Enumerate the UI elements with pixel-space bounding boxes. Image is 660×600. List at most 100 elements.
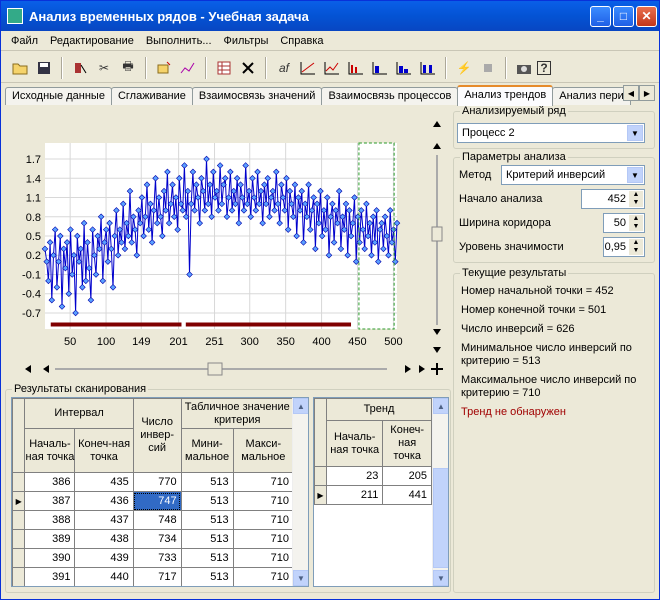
table-cell[interactable]: 513 bbox=[180, 567, 234, 586]
zoom-down-icon[interactable] bbox=[433, 329, 441, 335]
menu-filters[interactable]: Фильтры bbox=[218, 35, 275, 47]
bar1-icon[interactable] bbox=[345, 57, 367, 79]
table-cell[interactable]: 747 bbox=[132, 491, 182, 511]
table-cell[interactable]: 205 bbox=[382, 466, 432, 486]
bar4-icon[interactable] bbox=[417, 57, 439, 79]
menu-run[interactable]: Выполнить... bbox=[140, 35, 218, 47]
menu-edit[interactable]: Редактирование bbox=[44, 35, 140, 47]
move-icon[interactable] bbox=[431, 363, 443, 375]
row-indicator[interactable] bbox=[12, 472, 26, 492]
save-icon[interactable] bbox=[33, 57, 55, 79]
method-select[interactable]: Критерий инверсий ▼ bbox=[501, 165, 645, 185]
table-cell[interactable]: 513 bbox=[180, 491, 234, 511]
table-icon[interactable] bbox=[213, 57, 235, 79]
chevron-down-icon[interactable]: ▼ bbox=[627, 125, 643, 141]
delete-icon[interactable] bbox=[237, 57, 259, 79]
table-cell[interactable]: 710 bbox=[232, 491, 295, 511]
table-cell[interactable]: 435 bbox=[74, 472, 134, 492]
menu-help[interactable]: Справка bbox=[274, 35, 329, 47]
title-bar[interactable]: Анализ временных рядов - Учебная задача … bbox=[1, 1, 659, 31]
chart1-icon[interactable] bbox=[177, 57, 199, 79]
maximize-button[interactable]: □ bbox=[613, 5, 634, 27]
tab-process-relation[interactable]: Взаимосвязь процессов bbox=[321, 87, 459, 105]
scroll-down-icon[interactable]: ▼ bbox=[293, 570, 308, 586]
row-indicator[interactable]: ▶ bbox=[12, 491, 26, 511]
table-cell[interactable]: 734 bbox=[132, 529, 182, 549]
tool1-icon[interactable] bbox=[69, 57, 91, 79]
width-spinner[interactable]: 50 ▲ ▼ bbox=[603, 213, 645, 233]
table-row[interactable]: 389 438 734 513 710 bbox=[12, 529, 295, 549]
table-cell[interactable]: 717 bbox=[132, 567, 182, 586]
tab-smoothing[interactable]: Сглаживание bbox=[110, 87, 193, 105]
table-cell[interactable]: 440 bbox=[74, 567, 134, 586]
scatter-icon[interactable] bbox=[321, 57, 343, 79]
table-cell[interactable]: 389 bbox=[24, 529, 76, 549]
table-cell[interactable]: 439 bbox=[74, 548, 134, 568]
table-cell[interactable]: 733 bbox=[132, 548, 182, 568]
tab-periodicity[interactable]: Анализ пери bbox=[552, 87, 631, 105]
horizontal-thumb[interactable] bbox=[207, 362, 223, 376]
table-cell[interactable]: 387 bbox=[24, 491, 76, 511]
tab-scroll-left-button[interactable]: ◀ bbox=[623, 85, 639, 101]
scroll-left-icon[interactable] bbox=[25, 365, 31, 373]
table-row[interactable]: 386 435 770 513 710 bbox=[12, 472, 295, 492]
row-indicator[interactable] bbox=[12, 567, 26, 586]
row-indicator[interactable] bbox=[12, 510, 26, 530]
table-cell[interactable]: 211 bbox=[325, 485, 384, 505]
trend-scroll-thumb[interactable] bbox=[433, 468, 448, 568]
row-indicator[interactable] bbox=[12, 529, 26, 549]
table-cell[interactable]: 513 bbox=[180, 472, 234, 492]
row-indicator[interactable] bbox=[314, 466, 327, 486]
table-cell[interactable]: 386 bbox=[24, 472, 76, 492]
close-button[interactable]: ✕ bbox=[636, 5, 657, 27]
table-cell[interactable]: 513 bbox=[180, 529, 234, 549]
scroll-up-icon[interactable] bbox=[433, 121, 441, 127]
scan-grid[interactable]: Интервал Число инвер-сий Табличное значе… bbox=[11, 397, 309, 587]
table-cell[interactable]: 710 bbox=[232, 529, 295, 549]
print-icon[interactable]: 🖶 bbox=[117, 57, 139, 79]
scroll-down-icon[interactable] bbox=[433, 347, 441, 353]
tab-value-relation[interactable]: Взаимосвязь значений bbox=[191, 87, 323, 105]
line-chart-icon[interactable] bbox=[297, 57, 319, 79]
table-cell[interactable]: 710 bbox=[232, 510, 295, 530]
table-cell[interactable]: 748 bbox=[132, 510, 182, 530]
open-icon[interactable] bbox=[9, 57, 31, 79]
cut-icon[interactable]: ✂ bbox=[93, 57, 115, 79]
table-cell[interactable]: 437 bbox=[74, 510, 134, 530]
series-select[interactable]: Процесс 2 ▼ bbox=[457, 123, 645, 143]
row-indicator[interactable] bbox=[12, 548, 26, 568]
trend-grid[interactable]: Тренд Началь-ная точка Конеч-ная точка 2… bbox=[313, 397, 449, 587]
table-cell[interactable]: 441 bbox=[382, 485, 432, 505]
tab-scroll-right-button[interactable]: ▶ bbox=[639, 85, 655, 101]
help-icon[interactable]: ? bbox=[537, 60, 551, 75]
table-cell[interactable]: 391 bbox=[24, 567, 76, 586]
trend-scroll-down-icon[interactable]: ▼ bbox=[433, 570, 448, 586]
add-series-icon[interactable] bbox=[153, 57, 175, 79]
row-indicator[interactable]: ▶ bbox=[314, 485, 327, 505]
chevron-down-icon[interactable]: ▼ bbox=[627, 167, 643, 183]
table-cell[interactable]: 710 bbox=[232, 472, 295, 492]
scroll-up-icon[interactable]: ▲ bbox=[293, 398, 308, 414]
trend-scroll-up-icon[interactable]: ▲ bbox=[433, 398, 448, 414]
table-row[interactable]: ▶ 211 441 bbox=[314, 485, 432, 505]
table-cell[interactable]: 513 bbox=[180, 510, 234, 530]
tab-source-data[interactable]: Исходные данные bbox=[5, 87, 112, 105]
run-icon[interactable]: ⚡ bbox=[453, 57, 475, 79]
table-cell[interactable]: 388 bbox=[24, 510, 76, 530]
stop-icon[interactable] bbox=[477, 57, 499, 79]
bar3-icon[interactable] bbox=[393, 57, 415, 79]
table-cell[interactable]: 23 bbox=[325, 466, 384, 486]
table-cell[interactable]: 438 bbox=[74, 529, 134, 549]
spinner-arrows-icon[interactable]: ▲ ▼ bbox=[629, 191, 643, 207]
bar2-icon[interactable] bbox=[369, 57, 391, 79]
table-cell[interactable]: 390 bbox=[24, 548, 76, 568]
camera-icon[interactable] bbox=[513, 57, 535, 79]
table-row[interactable]: 388 437 748 513 710 bbox=[12, 510, 295, 530]
table-cell[interactable]: 436 bbox=[74, 491, 134, 511]
menu-file[interactable]: Файл bbox=[5, 35, 44, 47]
zoom-up-icon[interactable] bbox=[433, 143, 441, 149]
zoom-right-icon[interactable] bbox=[405, 365, 411, 373]
level-spinner[interactable]: 0,95 ▲ ▼ bbox=[603, 237, 645, 257]
table-row[interactable]: ▶ 387 436 747 513 710 bbox=[12, 491, 295, 511]
table-cell[interactable]: 513 bbox=[180, 548, 234, 568]
